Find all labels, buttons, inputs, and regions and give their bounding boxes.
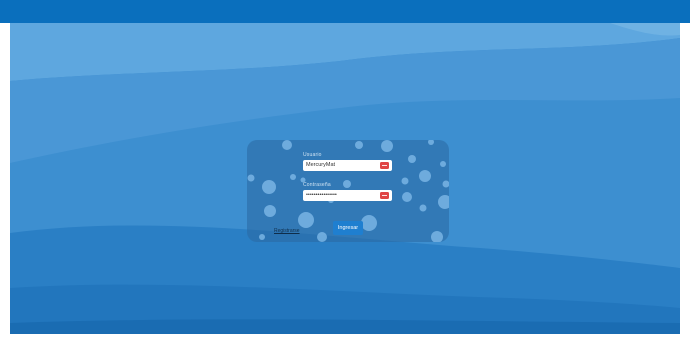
key-icon xyxy=(380,192,389,199)
background-waves: Usuario Contraseña Registrarse Ingresar xyxy=(10,23,680,334)
username-field[interactable] xyxy=(303,160,392,171)
username-label: Usuario xyxy=(303,152,322,158)
register-link[interactable]: Registrarse xyxy=(274,228,300,234)
top-bar xyxy=(0,0,690,23)
password-label: Contraseña xyxy=(303,182,331,188)
password-field[interactable] xyxy=(303,190,392,201)
key-icon xyxy=(380,162,389,169)
login-button[interactable]: Ingresar xyxy=(333,221,363,235)
